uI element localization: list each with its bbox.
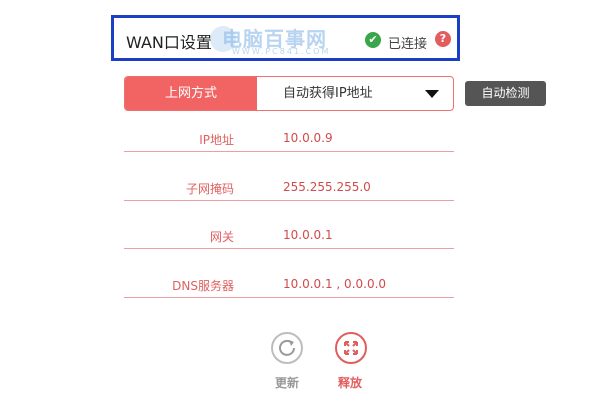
release-button[interactable] [335, 332, 367, 364]
auto-detect-button[interactable]: 自动检测 [465, 81, 546, 106]
dropdown-arrow-icon[interactable] [425, 90, 439, 98]
dns-server-value: 10.0.0.1 , 0.0.0.0 [283, 277, 387, 291]
ip-address-label: IP地址 [199, 133, 234, 147]
wan-settings-header: 电脑百事网 WWW.PC841.COM WAN口设置 ✔ 已连接 ? [111, 15, 460, 61]
connection-type-label: 上网方式 [125, 77, 257, 110]
divider [124, 200, 454, 201]
subnet-mask-label: 子网掩码 [185, 182, 234, 196]
divider [124, 248, 454, 249]
divider [124, 297, 454, 298]
check-circle-icon: ✔ [365, 32, 381, 48]
connection-type-value[interactable]: 自动获得IP地址 [283, 77, 373, 110]
subnet-mask-value: 255.255.255.0 [283, 180, 371, 194]
question-mark-icon[interactable]: ? [435, 31, 451, 47]
gateway-label: 网关 [209, 230, 234, 244]
ip-address-value: 10.0.0.9 [283, 131, 333, 145]
release-icon [344, 341, 358, 355]
refresh-label[interactable]: 更新 [275, 374, 299, 391]
watermark-url: WWW.PC841.COM [232, 47, 331, 56]
connection-status: 已连接 [388, 37, 428, 52]
refresh-button[interactable] [271, 332, 303, 364]
dns-server-label: DNS服务器 [172, 279, 234, 293]
page-title: WAN口设置 [126, 33, 212, 52]
divider [124, 151, 454, 152]
release-label[interactable]: 释放 [338, 374, 362, 391]
connection-type-select[interactable]: 上网方式 自动获得IP地址 [124, 76, 454, 111]
refresh-icon [279, 339, 295, 356]
gateway-value: 10.0.0.1 [283, 228, 333, 242]
